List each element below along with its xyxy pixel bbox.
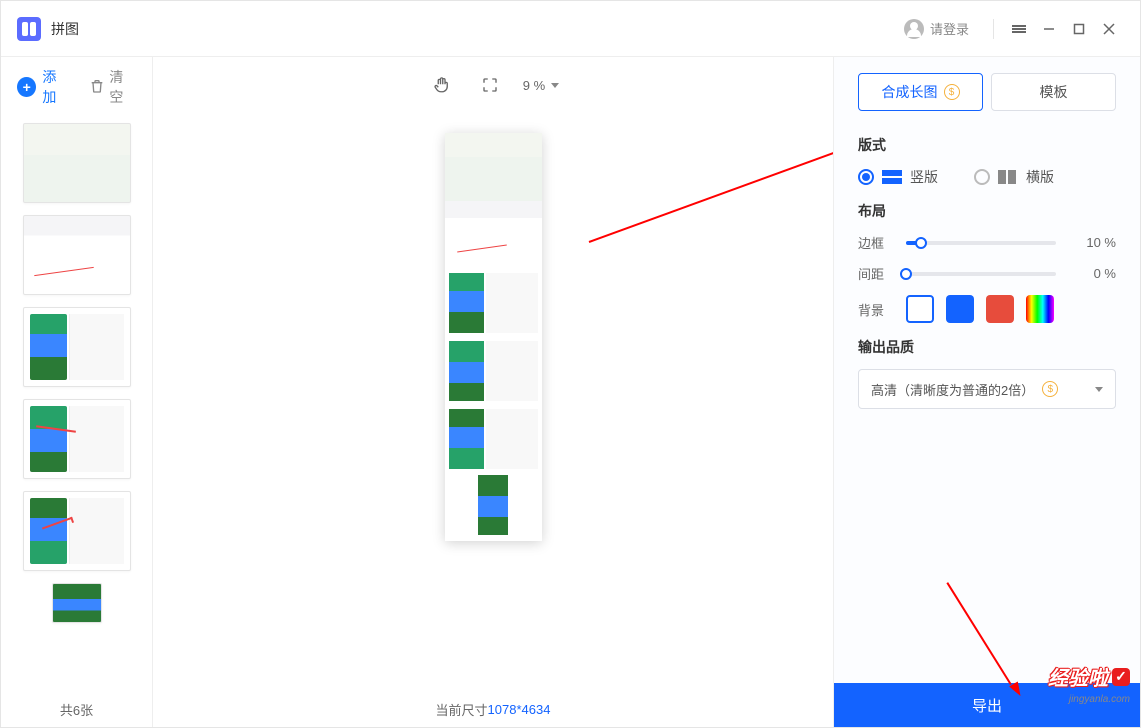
section-layout-title: 布局 [858,201,1116,221]
trash-icon [89,78,105,97]
thumbnail-item[interactable] [23,215,131,295]
thumbnail-item[interactable] [52,583,102,623]
vip-badge-icon: $ [1042,381,1058,397]
fit-screen-button[interactable] [475,70,505,100]
orientation-vertical-radio[interactable]: 竖版 [858,167,938,187]
section-quality-title: 输出品质 [858,337,1116,357]
thumbnail-item[interactable] [23,307,131,387]
border-value: 10 % [1068,235,1116,250]
gap-slider[interactable] [906,272,1056,276]
export-button[interactable]: 导出 [834,683,1140,727]
window-minimize-button[interactable] [1034,14,1064,44]
zoom-dropdown[interactable]: 9 % [523,78,559,93]
gap-value: 0 % [1068,266,1116,281]
bg-color-custom[interactable] [1026,295,1054,323]
gap-label: 间距 [858,264,894,283]
clear-button[interactable]: 清空 [89,67,136,107]
tab-compose[interactable]: 合成长图 $ [858,73,983,111]
app-title: 拼图 [51,19,79,39]
canvas-size-label: 当前尺寸 1078*4634 [153,691,833,727]
thumbnail-item[interactable] [23,123,131,203]
separator [993,19,994,39]
annotation-arrow-icon [589,113,833,243]
pan-tool-button[interactable] [427,70,457,100]
chevron-down-icon [1095,387,1103,392]
radio-unchecked-icon [974,169,990,185]
add-label: 添加 [42,67,69,107]
chevron-down-icon [551,83,559,88]
border-slider[interactable] [906,241,1056,245]
bg-color-white[interactable] [906,295,934,323]
thumbnail-count: 共6张 [1,692,152,727]
bg-color-blue[interactable] [946,295,974,323]
radio-checked-icon [858,169,874,185]
login-button[interactable]: 请登录 [904,19,969,39]
horizontal-layout-icon [998,170,1018,184]
thumbnail-item[interactable] [23,399,131,479]
border-label: 边框 [858,233,894,252]
section-style-title: 版式 [858,135,1116,155]
vip-badge-icon: $ [944,84,960,100]
clear-label: 清空 [109,67,136,107]
avatar-icon [904,19,924,39]
bg-color-red[interactable] [986,295,1014,323]
zoom-value: 9 % [523,78,545,93]
vertical-layout-icon [882,170,902,184]
window-maximize-button[interactable] [1064,14,1094,44]
window-close-button[interactable] [1094,14,1124,44]
preview-image[interactable] [445,133,542,541]
background-label: 背景 [858,300,894,319]
app-logo-icon [17,17,41,41]
orientation-horizontal-radio[interactable]: 横版 [974,167,1054,187]
add-button[interactable]: + 添加 [17,67,69,107]
quality-select[interactable]: 高清（清晰度为普通的2倍） $ [858,369,1116,409]
login-label: 请登录 [930,19,969,38]
plus-icon: + [17,77,36,97]
menu-button[interactable] [1004,14,1034,44]
tab-template[interactable]: 模板 [991,73,1116,111]
thumbnail-item[interactable] [23,491,131,571]
